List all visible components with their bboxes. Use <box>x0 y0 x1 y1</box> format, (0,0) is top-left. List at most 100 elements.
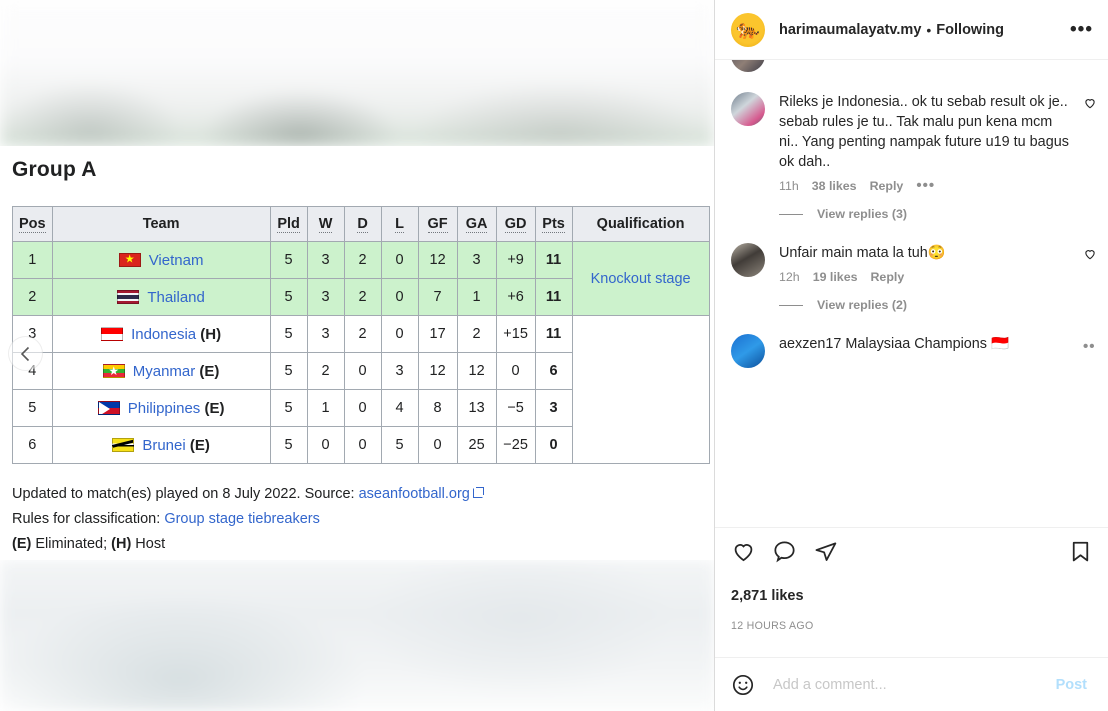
team-link[interactable]: Thailand <box>147 289 205 306</box>
column-header-pts: Pts <box>534 206 573 242</box>
column-header-team: Team <box>51 206 271 242</box>
cell-team: Brunei (E) <box>51 426 271 464</box>
ellipsis-icon: •• <box>1083 338 1096 355</box>
footnote-updated-text: Updated to match(es) played on 8 July 20… <box>12 486 359 502</box>
cell-position: 1 <box>12 241 53 279</box>
cell-goals-against: 13 <box>456 389 497 427</box>
avatar[interactable] <box>731 334 765 368</box>
cell-team: ★ Vietnam <box>51 241 271 279</box>
team-link[interactable]: Brunei <box>142 437 185 454</box>
philippines-flag <box>97 400 120 415</box>
comments-list[interactable]: 12h 42 likes Reply Rileks je Indonesia..… <box>715 60 1108 525</box>
list-item[interactable]: Rileks je Indonesia.. ok tu sebab result… <box>715 92 1108 193</box>
like-comment-button[interactable] <box>1083 96 1097 110</box>
avatar[interactable] <box>731 243 765 277</box>
team-note: (E) <box>185 436 210 454</box>
team-link[interactable]: Philippines <box>128 400 201 417</box>
cell-goals-for: 12 <box>417 352 458 390</box>
previous-slide-button[interactable] <box>8 336 43 371</box>
cell-drawn: 2 <box>343 241 382 279</box>
team-note: (H) <box>196 325 222 343</box>
cell-points: 3 <box>534 389 573 427</box>
cell-lost: 0 <box>380 278 419 316</box>
save-post-button[interactable] <box>1068 539 1093 567</box>
cell-played: 5 <box>269 389 308 427</box>
post-timestamp: 12 HOURS AGO <box>731 620 814 632</box>
view-replies-button[interactable]: View replies (2) <box>779 298 1108 312</box>
cell-played: 5 <box>269 241 308 279</box>
list-item[interactable]: 12h 42 likes Reply <box>715 60 1108 72</box>
reply-button[interactable]: Reply <box>870 179 904 193</box>
cell-lost: 0 <box>380 241 419 279</box>
comment-likes[interactable]: 19 likes <box>813 270 858 284</box>
column-header-w: W <box>306 206 345 242</box>
following-button[interactable]: Following <box>936 22 1004 38</box>
cell-drawn: 2 <box>343 315 382 353</box>
comment-post-button[interactable] <box>772 539 797 567</box>
cell-goals-against: 3 <box>456 241 497 279</box>
team-link[interactable]: Myanmar <box>133 363 196 380</box>
view-replies-button[interactable]: View replies (3) <box>779 207 1108 221</box>
reply-button[interactable]: Reply <box>870 270 904 284</box>
team-link[interactable]: Vietnam <box>149 252 204 269</box>
cell-played: 5 <box>269 352 308 390</box>
cell-goals-against: 1 <box>456 278 497 316</box>
qualification-link[interactable]: Knockout stage <box>591 271 691 287</box>
cell-lost: 4 <box>380 389 419 427</box>
cell-team: Indonesia (H) <box>51 315 271 353</box>
cell-team: Thailand <box>51 278 271 316</box>
list-item[interactable]: Unfair main mata la tuh😳 12h 19 likes Re… <box>715 243 1108 284</box>
cell-lost: 5 <box>380 426 419 464</box>
legend-eliminated-text: Eliminated; <box>31 536 112 552</box>
cell-goal-diff: −5 <box>495 389 536 427</box>
share-post-button[interactable] <box>813 539 838 567</box>
cell-played: 5 <box>269 426 308 464</box>
star-icon: ★ <box>124 252 135 265</box>
external-link-icon <box>472 487 484 498</box>
avatar[interactable] <box>731 60 765 72</box>
cell-points: 11 <box>534 278 573 316</box>
cell-drawn: 0 <box>343 389 382 427</box>
thailand-flag <box>117 289 140 304</box>
avatar[interactable] <box>731 92 765 126</box>
cell-goals-for: 17 <box>417 315 458 353</box>
cell-won: 0 <box>306 426 345 464</box>
comment-time: 12h <box>779 270 800 284</box>
star-icon: ★ <box>108 363 120 378</box>
comment-options-button[interactable]: •• <box>1083 338 1097 355</box>
heart-icon <box>1085 250 1095 260</box>
table-header-row: Pos Team Pld W D L GF GA GD Pts Qualific… <box>12 206 710 242</box>
likes-count[interactable]: 2,871 likes <box>731 588 804 604</box>
add-comment-input[interactable] <box>771 675 1050 694</box>
instagram-panel: 🐅 harimaumalayatv.my • Following ••• 12h… <box>714 0 1108 711</box>
comment-options-button[interactable]: ••• <box>916 178 935 193</box>
separator-dot: • <box>926 21 932 38</box>
cell-lost: 3 <box>380 352 419 390</box>
list-item[interactable]: aexzen17 Malaysiaa Champions 🇮🇩 •• <box>715 334 1108 368</box>
comment-meta: 12h 19 likes Reply <box>779 270 1071 284</box>
divider-line <box>779 304 803 306</box>
emoji-picker-button[interactable] <box>731 673 755 697</box>
cell-qualification: Knockout stage <box>571 241 710 316</box>
paper-plane-icon <box>815 541 837 561</box>
post-options-button[interactable]: ••• <box>1070 20 1093 39</box>
smiley-face-icon <box>732 674 754 695</box>
speech-bubble-icon <box>774 540 795 562</box>
cell-played: 5 <box>269 315 308 353</box>
like-post-button[interactable] <box>731 539 756 567</box>
column-header-gf: GF <box>417 206 458 242</box>
source-link[interactable]: aseanfootball.org <box>359 486 470 502</box>
cell-goal-diff: +9 <box>495 241 536 279</box>
cell-goals-against: 12 <box>456 352 497 390</box>
avatar[interactable]: 🐅 <box>731 12 765 47</box>
team-link[interactable]: Indonesia <box>131 326 196 343</box>
post-actions-bar <box>715 527 1108 577</box>
table-row: 3 Indonesia (H) 5 3 2 0 17 2 +15 11 <box>12 315 710 464</box>
standings-content: Group A Pos Team Pld W D L GF GA GD Pts … <box>0 146 714 560</box>
tiebreakers-link[interactable]: Group stage tiebreakers <box>164 511 320 527</box>
comment-likes[interactable]: 38 likes <box>812 179 857 193</box>
post-comment-button[interactable]: Post <box>1050 676 1093 694</box>
account-username[interactable]: harimaumalayatv.my <box>779 22 921 38</box>
like-comment-button[interactable] <box>1083 247 1097 261</box>
bookmark-icon <box>1072 541 1089 561</box>
